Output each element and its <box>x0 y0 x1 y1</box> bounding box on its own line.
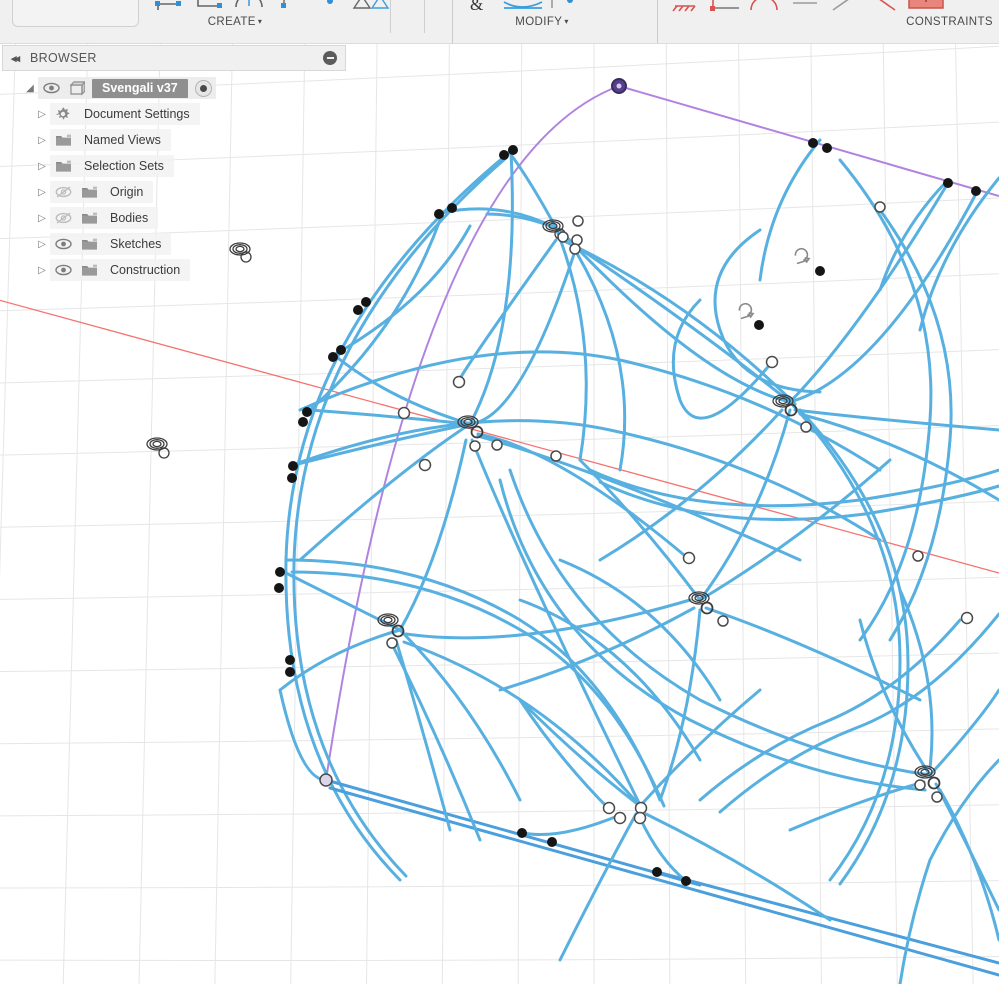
root-node-box[interactable]: Svengali v37 <box>38 77 216 99</box>
eye-visible-icon[interactable] <box>50 264 76 276</box>
create-label: CREATE <box>207 16 256 28</box>
component-icon <box>64 80 90 96</box>
browser-panel[interactable]: ◂◂ BROWSER ◢ Svengali v37 ▷ Document Set… <box>2 45 346 283</box>
node-label[interactable]: Construction <box>102 263 180 277</box>
chevron-down-icon[interactable]: ▾ <box>564 17 568 26</box>
node-box[interactable]: Named Views <box>50 129 171 151</box>
node-label[interactable]: Bodies <box>102 211 148 225</box>
browser-node-sketches[interactable]: ▷ Sketches <box>2 231 346 257</box>
svg-text:&: & <box>470 0 483 14</box>
expand-arrow-icon[interactable]: ▷ <box>34 109 50 120</box>
browser-tree[interactable]: ◢ Svengali v37 ▷ Document Settings ▷ Nam… <box>2 71 346 283</box>
toolbar-group-label-constraints[interactable]: CONSTRAINTS <box>665 16 995 28</box>
browser-title: BROWSER <box>30 51 97 65</box>
toolbar-group-label-modify[interactable]: MODIFY ▾ <box>442 16 642 28</box>
node-box[interactable]: Bodies <box>50 207 159 229</box>
eye-hidden-icon[interactable] <box>50 186 76 198</box>
sketch-toolbar[interactable]: CREATE ▾ & MODIFY ▾ CONSTRAINTS <box>0 0 999 44</box>
folder-icon <box>76 211 102 225</box>
minimize-icon[interactable] <box>323 51 337 65</box>
browser-header[interactable]: ◂◂ BROWSER <box>2 45 346 71</box>
expand-arrow-icon[interactable]: ▷ <box>34 265 50 276</box>
eye-hidden-icon[interactable] <box>50 212 76 224</box>
radio-active-icon[interactable] <box>194 79 212 97</box>
eye-visible-icon[interactable] <box>50 238 76 250</box>
gear-icon <box>50 106 76 122</box>
node-label[interactable]: Origin <box>102 185 143 199</box>
browser-node-document-settings[interactable]: ▷ Document Settings <box>2 101 346 127</box>
collapse-panel-icon[interactable]: ◂◂ <box>11 52 20 65</box>
folder-icon <box>50 133 76 147</box>
node-box[interactable]: Selection Sets <box>50 155 174 177</box>
node-label[interactable]: Document Settings <box>76 107 190 121</box>
folder-icon <box>76 263 102 277</box>
expand-arrow-icon[interactable]: ▷ <box>34 135 50 146</box>
expand-arrow-icon[interactable]: ▷ <box>34 213 50 224</box>
chevron-down-icon[interactable]: ▾ <box>258 17 262 26</box>
construction-vertex-point[interactable] <box>611 78 627 94</box>
expand-arrow-icon[interactable]: ◢ <box>22 83 38 94</box>
folder-icon <box>76 185 102 199</box>
node-box[interactable]: Origin <box>50 181 154 203</box>
toolbar-group-modify[interactable]: & MODIFY ▾ <box>460 0 640 43</box>
mirror-icon[interactable] <box>350 0 390 22</box>
root-component-label[interactable]: Svengali v37 <box>92 78 188 98</box>
toolbar-group-label-create[interactable]: CREATE ▾ <box>120 16 350 28</box>
node-box[interactable]: Document Settings <box>50 103 200 125</box>
folder-icon <box>50 159 76 173</box>
fusion-window: CREATE ▾ & MODIFY ▾ CONSTRAINTS ◂◂ BROWS… <box>0 0 999 984</box>
node-label[interactable]: Selection Sets <box>76 159 164 173</box>
folder-icon <box>76 237 102 251</box>
toolbar-group-create[interactable]: CREATE ▾ <box>150 0 390 43</box>
node-label[interactable]: Sketches <box>102 237 161 251</box>
expand-arrow-icon[interactable]: ▷ <box>34 239 50 250</box>
expand-arrow-icon[interactable]: ▷ <box>34 161 50 172</box>
browser-node-root-component[interactable]: ◢ Svengali v37 <box>2 75 346 101</box>
browser-node-selection-sets[interactable]: ▷ Selection Sets <box>2 153 346 179</box>
node-box[interactable]: Sketches <box>50 233 172 255</box>
toolbar-group-constraints[interactable]: CONSTRAINTS <box>665 0 999 43</box>
constraints-label: CONSTRAINTS <box>906 16 993 28</box>
node-box[interactable]: Construction <box>50 259 191 281</box>
browser-node-named-views[interactable]: ▷ Named Views <box>2 127 346 153</box>
modify-label: MODIFY <box>515 16 563 28</box>
browser-node-construction[interactable]: ▷ Construction <box>2 257 346 283</box>
expand-arrow-icon[interactable]: ▷ <box>34 187 50 198</box>
browser-node-origin[interactable]: ▷ Origin <box>2 179 346 205</box>
browser-node-bodies[interactable]: ▷ Bodies <box>2 205 346 231</box>
eye-visible-icon[interactable] <box>38 82 64 94</box>
node-label[interactable]: Named Views <box>76 133 161 147</box>
